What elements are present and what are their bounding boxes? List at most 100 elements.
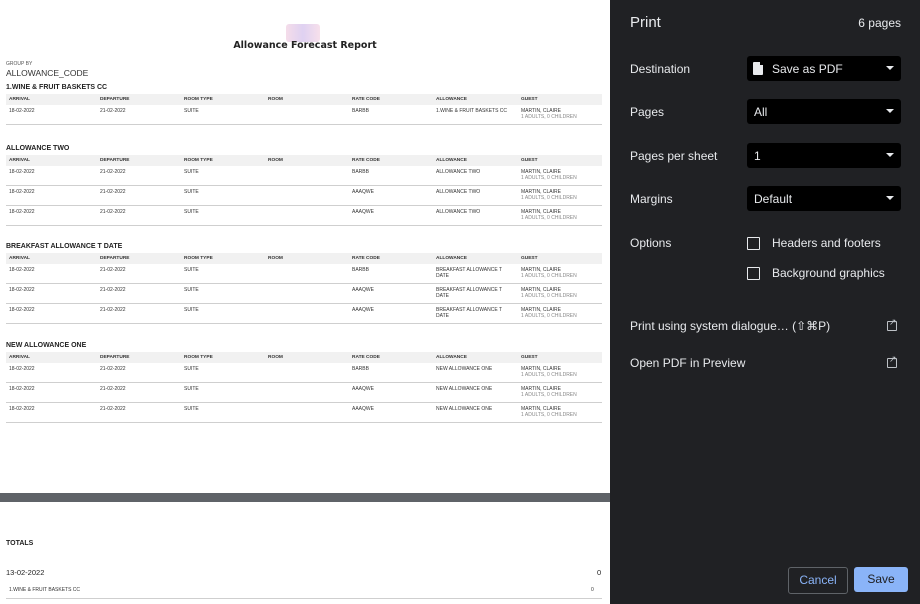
table-cell: SUITE	[184, 307, 199, 313]
divider	[6, 598, 602, 599]
column-header: GUEST	[521, 355, 538, 360]
guest-occupancy: 1 ADULTS, 0 CHILDREN	[521, 293, 577, 299]
column-header: ROOM TYPE	[184, 97, 213, 102]
table-header-row: ARRIVAL DEPARTURE ROOM TYPE ROOM RATE CODE AL…	[6, 94, 602, 105]
table-row: 18-02-2022 21-02-2022 SUITE AAAQWE ALLOWANCE…	[6, 186, 602, 206]
open-in-preview-link[interactable]: Open PDF in Preview	[630, 356, 745, 370]
table-cell: MARTIN, CLAIRE 1 ADULTS, 0 CHILDREN	[521, 386, 577, 398]
column-header: ROOM	[268, 97, 283, 102]
guest-occupancy: 1 ADULTS, 0 CHILDREN	[521, 114, 577, 120]
margins-select[interactable]: Default	[747, 186, 901, 211]
totals-label: TOTALS	[6, 540, 34, 547]
table-cell: 21-02-2022	[100, 108, 126, 114]
column-header: ROOM TYPE	[184, 158, 213, 163]
chevron-down-icon	[886, 153, 894, 157]
column-header: GUEST	[521, 256, 538, 261]
open-external-icon[interactable]	[887, 318, 897, 331]
column-header: ROOM TYPE	[184, 355, 213, 360]
table-cell: 18-02-2022	[9, 169, 35, 175]
table-cell: SUITE	[184, 169, 199, 175]
table-cell: MARTIN, CLAIRE 1 ADULTS, 0 CHILDREN	[521, 287, 577, 299]
guest-occupancy: 1 ADULTS, 0 CHILDREN	[521, 215, 577, 221]
report-section: ALLOWANCE TWO ARRIVAL DEPARTURE ROOM TYPE RO…	[6, 143, 602, 226]
preview-page-2: TOTALS 13-02-2022 0 1.WINE & FRUIT BASKE…	[0, 502, 610, 604]
table-cell: MARTIN, CLAIRE 1 ADULTS, 0 CHILDREN	[521, 406, 577, 418]
guest-occupancy: 1 ADULTS, 0 CHILDREN	[521, 392, 577, 398]
table-cell: NEW ALLOWANCE ONE	[436, 386, 493, 392]
column-header: ALLOWANCE	[436, 256, 467, 261]
print-preview-area[interactable]: Allowance Forecast Report GROUP BY ALLOW…	[0, 0, 610, 604]
column-header: RATE CODE	[352, 256, 380, 261]
table-cell: 18-02-2022	[9, 267, 35, 273]
table-cell: SUITE	[184, 406, 199, 412]
headers-footers-checkbox[interactable]	[747, 237, 760, 250]
pages-per-sheet-select[interactable]: 1	[747, 143, 901, 168]
guest-occupancy: 1 ADULTS, 0 CHILDREN	[521, 175, 577, 181]
column-header: ROOM	[268, 256, 283, 261]
column-header: ROOM	[268, 158, 283, 163]
totals-date: 13-02-2022	[6, 568, 45, 577]
table-cell: MARTIN, CLAIRE 1 ADULTS, 0 CHILDREN	[521, 366, 577, 378]
table-cell: AAAQWE	[352, 287, 374, 293]
report-section: BREAKFAST ALLOWANCE T DATE ARRIVAL DEPARTU…	[6, 241, 602, 324]
table-row: 18-02-2022 21-02-2022 SUITE BARBB 1.WINE & F…	[6, 105, 602, 125]
table-cell: AAAQWE	[352, 307, 374, 313]
background-graphics-checkbox[interactable]	[747, 267, 760, 280]
table-cell: 21-02-2022	[100, 406, 126, 412]
table-cell: AAAQWE	[352, 209, 374, 215]
table-cell: 21-02-2022	[100, 169, 126, 175]
section-title: NEW ALLOWANCE ONE	[6, 342, 87, 349]
column-header: DEPARTURE	[100, 355, 130, 360]
print-settings-panel: Print 6 pages Destination Save as PDF Pa…	[610, 0, 920, 604]
guest-occupancy: 1 ADULTS, 0 CHILDREN	[521, 195, 577, 201]
report-section: NEW ALLOWANCE ONE ARRIVAL DEPARTURE ROOM TY…	[6, 340, 602, 423]
system-dialog-link[interactable]: Print using system dialogue… (⇧⌘P)	[630, 319, 830, 333]
totals-sub-value: 0	[591, 587, 594, 593]
chevron-down-icon	[886, 196, 894, 200]
cancel-button[interactable]: Cancel	[788, 567, 848, 594]
column-header: ROOM TYPE	[184, 256, 213, 261]
destination-select[interactable]: Save as PDF	[747, 56, 901, 81]
column-header: GUEST	[521, 97, 538, 102]
table-cell: 18-02-2022	[9, 386, 35, 392]
table-cell: AAAQWE	[352, 189, 374, 195]
table-cell: ALLOWANCE TWO	[436, 209, 481, 215]
table-header-row: ARRIVAL DEPARTURE ROOM TYPE ROOM RATE CODE AL…	[6, 253, 602, 264]
save-button[interactable]: Save	[854, 567, 908, 592]
table-row: 18-02-2022 21-02-2022 SUITE AAAQWE NEW ALLOW…	[6, 383, 602, 403]
column-header: GUEST	[521, 158, 538, 163]
document-icon	[753, 62, 763, 75]
table-cell: 18-02-2022	[9, 209, 35, 215]
margins-value: Default	[754, 192, 793, 206]
table-cell: 18-02-2022	[9, 287, 35, 293]
column-header: RATE CODE	[352, 355, 380, 360]
destination-label: Destination	[630, 62, 691, 76]
table-cell: SUITE	[184, 287, 199, 293]
table-cell: 18-02-2022	[9, 406, 35, 412]
totals-sub-label: 1.WINE & FRUIT BASKETS CC	[9, 587, 81, 593]
table-cell: 1.WINE & FRUIT BASKETS CC	[436, 108, 508, 114]
table-cell: BARBB	[352, 267, 369, 273]
open-external-icon[interactable]	[887, 355, 897, 368]
column-header: ROOM	[268, 355, 283, 360]
column-header: RATE CODE	[352, 158, 380, 163]
column-header: ARRIVAL	[9, 256, 30, 261]
group-by-label: GROUP BY	[6, 61, 33, 67]
destination-value: Save as PDF	[772, 62, 843, 76]
column-header: ARRIVAL	[9, 158, 30, 163]
table-cell: 18-02-2022	[9, 307, 35, 313]
column-header: ALLOWANCE	[436, 97, 467, 102]
table-cell: SUITE	[184, 267, 199, 273]
table-cell: ALLOWANCE TWO	[436, 169, 481, 175]
pages-per-sheet-value: 1	[754, 149, 761, 163]
report-section: 1.WINE & FRUIT BASKETS CC ARRIVAL DEPARTUR…	[6, 82, 602, 125]
totals-date-value: 0	[597, 568, 602, 577]
section-title: BREAKFAST ALLOWANCE T DATE	[6, 243, 123, 250]
table-cell: BREAKFAST ALLOWANCE T DATE	[436, 307, 502, 319]
pages-select[interactable]: All	[747, 99, 901, 124]
background-graphics-label[interactable]: Background graphics	[772, 266, 885, 280]
table-row: 18-02-2022 21-02-2022 SUITE BARBB BREAKFAST …	[6, 264, 602, 284]
options-label: Options	[630, 236, 672, 250]
headers-footers-label[interactable]: Headers and footers	[772, 236, 881, 250]
page-count: 6 pages	[858, 16, 901, 30]
